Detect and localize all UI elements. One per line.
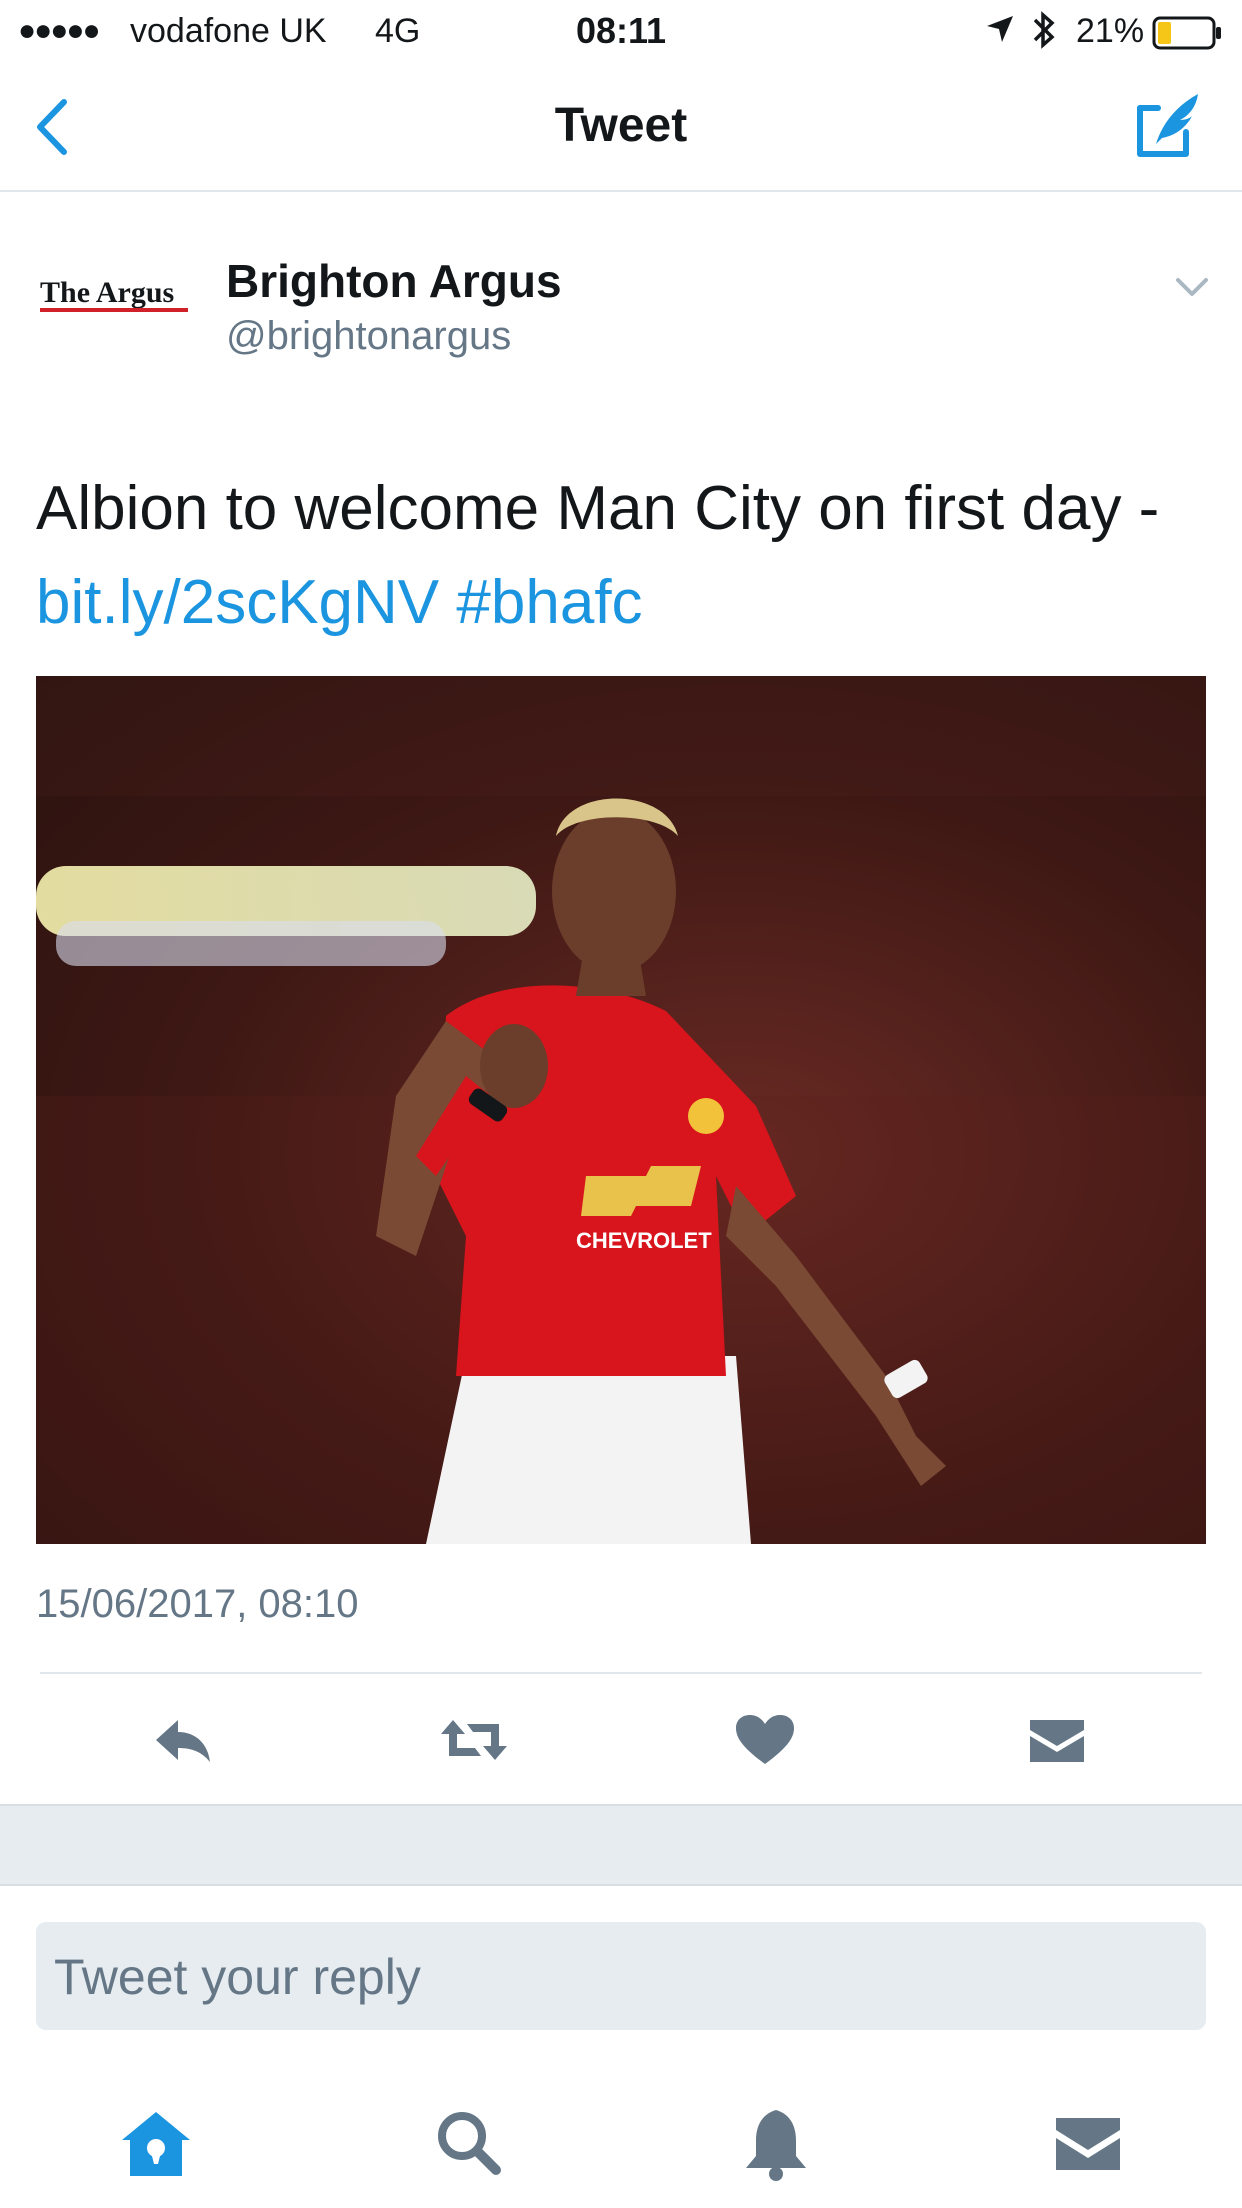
reply-input[interactable]: Tweet your reply (36, 1922, 1206, 2030)
search-icon (438, 2112, 501, 2175)
tweet-text: Albion to welcome Man City on first day … (36, 462, 1216, 650)
battery-percent: 21% (1076, 12, 1145, 50)
chevron-down-icon (1176, 278, 1208, 296)
tweet-body: Albion to welcome Man City on first day … (36, 474, 1160, 543)
battery-icon (1152, 16, 1222, 55)
tab-messages[interactable] (1048, 2104, 1128, 2184)
tab-search[interactable] (428, 2104, 508, 2184)
more-options-button[interactable] (1172, 272, 1212, 302)
reply-icon (156, 1720, 210, 1762)
heart-icon (736, 1715, 794, 1764)
author-name[interactable]: Brighton Argus (226, 254, 562, 308)
tab-home[interactable] (116, 2104, 196, 2184)
status-bar: ●●●●● vodafone UK 4G 08:11 21% (0, 0, 1242, 62)
author-avatar[interactable]: The Argus (36, 268, 196, 318)
author-handle[interactable]: @brightonargus (226, 314, 511, 359)
navigation-bar: Tweet (0, 62, 1242, 192)
envelope-icon (1056, 2118, 1120, 2170)
envelope-icon (1030, 1720, 1084, 1762)
direct-message-button[interactable] (1022, 1712, 1092, 1768)
tab-bar (0, 2068, 1242, 2208)
argus-logo-text: The Argus (40, 276, 174, 309)
player-illustration: CHEVROLET (36, 676, 1206, 1544)
bell-icon (746, 2110, 806, 2181)
like-button[interactable] (730, 1712, 800, 1768)
retweet-icon (441, 1720, 507, 1760)
tab-notifications[interactable] (736, 2104, 816, 2184)
reply-placeholder: Tweet your reply (54, 1949, 421, 2005)
bluetooth-icon (1030, 10, 1058, 55)
tweet-action-bar (0, 1674, 1242, 1804)
compose-tweet-icon (1137, 94, 1198, 157)
reply-button[interactable] (150, 1712, 220, 1768)
retweet-button[interactable] (437, 1712, 507, 1768)
location-arrow-icon (985, 14, 1015, 49)
tweet-hashtag[interactable]: #bhafc (456, 568, 642, 637)
tweet-photo[interactable]: CHEVROLET (36, 676, 1206, 1544)
home-icon (122, 2112, 190, 2176)
page-title: Tweet (554, 99, 688, 152)
compose-tweet-button[interactable] (1128, 86, 1208, 166)
shirt-sponsor: CHEVROLET (576, 1228, 712, 1253)
separator-band (0, 1804, 1242, 1886)
tweet-link[interactable]: bit.ly/2scKgNV (36, 568, 439, 637)
tweet-timestamp: 15/06/2017, 08:10 (36, 1582, 359, 1626)
